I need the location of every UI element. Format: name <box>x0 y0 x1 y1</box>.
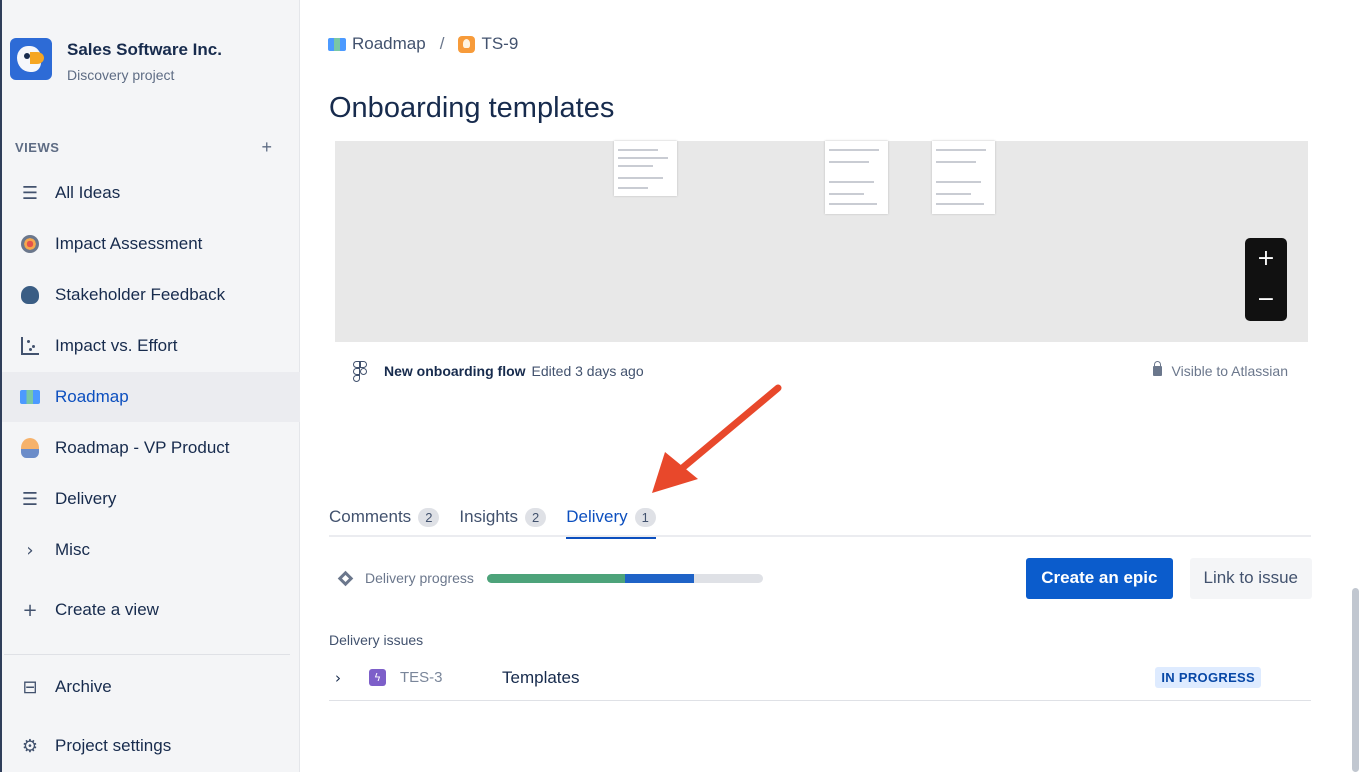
tab-comments[interactable]: Comments 2 <box>329 500 440 537</box>
tab-delivery[interactable]: Delivery 1 <box>566 500 656 539</box>
sidebar: Sales Software Inc. Discovery project VI… <box>0 0 300 772</box>
scatter-chart-icon <box>18 334 42 358</box>
speaker-head-icon <box>18 283 42 307</box>
create-view-label: Create a view <box>55 600 159 619</box>
tab-count-badge: 2 <box>525 508 547 527</box>
design-file-name[interactable]: New onboarding flow <box>384 363 526 379</box>
list-icon: ☰ <box>21 488 39 510</box>
breadcrumb-parent[interactable]: Roadmap <box>352 34 426 54</box>
sidebar-item-stakeholder-feedback[interactable]: Stakeholder Feedback <box>2 270 300 320</box>
map-icon <box>328 37 346 51</box>
visibility-info: Visible to Atlassian <box>1152 361 1288 379</box>
zoom-out-button[interactable]: − <box>1245 279 1287 320</box>
figma-icon <box>353 361 367 382</box>
delivery-progress-row: Delivery progress Create an epic Link to… <box>337 557 1312 599</box>
add-view-icon[interactable]: + <box>261 137 272 158</box>
tab-count-badge: 2 <box>418 508 440 527</box>
zoom-controls: + − <box>1245 238 1287 321</box>
delivery-issues-label: Delivery issues <box>329 632 424 648</box>
tab-label: Comments <box>329 507 412 526</box>
sidebar-item-label: Misc <box>55 540 90 559</box>
project-header[interactable]: Sales Software Inc. Discovery project <box>10 38 222 83</box>
sidebar-item-all-ideas[interactable]: ☰ All Ideas <box>2 168 300 218</box>
delivery-progress-bar <box>486 573 763 583</box>
views-label: VIEWS <box>15 140 60 155</box>
project-avatar <box>10 38 52 80</box>
scrollbar[interactable] <box>1352 588 1359 772</box>
page-title: Onboarding templates <box>329 92 615 124</box>
preview-frame <box>825 141 888 214</box>
sidebar-item-impact-assessment[interactable]: Impact Assessment <box>2 219 300 269</box>
sidebar-item-label: Impact vs. Effort <box>55 336 178 355</box>
issue-summary[interactable]: Templates <box>502 668 579 688</box>
chevron-right-icon[interactable]: › <box>335 669 359 687</box>
gear-icon: ⚙ <box>21 735 39 757</box>
zoom-in-button[interactable]: + <box>1245 238 1287 279</box>
project-name: Sales Software Inc. <box>67 40 222 59</box>
design-file-edited: Edited 3 days ago <box>531 363 644 379</box>
sidebar-item-roadmap[interactable]: Roadmap <box>2 372 300 422</box>
list-icon: ☰ <box>21 182 39 204</box>
sidebar-item-label: Stakeholder Feedback <box>55 285 226 304</box>
sidebar-item-impact-vs-effort[interactable]: Impact vs. Effort <box>2 321 300 371</box>
breadcrumb: Roadmap / TS-9 <box>328 34 518 54</box>
link-to-issue-button[interactable]: Link to issue <box>1189 557 1312 599</box>
create-epic-button[interactable]: Create an epic <box>1026 557 1173 599</box>
sidebar-item-archive[interactable]: ⊟ Archive <box>2 662 300 712</box>
sidebar-item-label: Impact Assessment <box>55 234 203 253</box>
sidebar-item-label: Project settings <box>55 736 172 755</box>
sidebar-item-label: Roadmap - VP Product <box>55 438 230 457</box>
sidebar-item-roadmap-vp-product[interactable]: Roadmap - VP Product <box>2 423 300 473</box>
tab-insights[interactable]: Insights 2 <box>459 500 547 537</box>
archive-icon: ⊟ <box>22 676 38 698</box>
epic-icon: ϟ <box>369 669 386 686</box>
sidebar-item-delivery[interactable]: ☰ Delivery <box>2 474 300 524</box>
person-icon <box>18 436 42 460</box>
design-preview[interactable]: + − <box>335 141 1308 342</box>
sidebar-item-label: Archive <box>55 677 112 696</box>
sidebar-item-misc[interactable]: › Misc <box>2 525 300 575</box>
issue-key[interactable]: TES-3 <box>400 669 502 686</box>
sidebar-item-label: Roadmap <box>55 387 129 406</box>
main-content: Roadmap / TS-9 Onboarding templates + − … <box>300 0 1364 772</box>
lock-icon <box>1152 361 1162 376</box>
map-icon <box>18 385 42 409</box>
sidebar-divider <box>4 654 290 655</box>
delivery-diamond-icon <box>337 570 354 586</box>
preview-frame <box>932 141 995 214</box>
target-icon <box>18 232 42 256</box>
sidebar-item-label: All Ideas <box>55 183 121 202</box>
status-badge[interactable]: IN PROGRESS <box>1155 667 1261 688</box>
progress-done-segment <box>486 573 625 583</box>
breadcrumb-current[interactable]: TS-9 <box>481 34 518 54</box>
chevron-right-icon: › <box>26 539 34 561</box>
issue-tabs: Comments 2 Insights 2 Delivery 1 <box>329 500 1311 539</box>
tab-count-badge: 1 <box>634 508 656 527</box>
delivery-progress-label: Delivery progress <box>365 570 474 586</box>
preview-frame <box>614 141 677 196</box>
table-row[interactable]: › ϟ TES-3 Templates IN PROGRESS <box>329 655 1311 701</box>
annotation-arrow-icon <box>652 384 782 493</box>
views-header: VIEWS + <box>15 137 272 158</box>
breadcrumb-separator: / <box>439 34 445 53</box>
project-type: Discovery project <box>67 67 175 83</box>
create-view-button[interactable]: + Create a view <box>2 585 300 635</box>
tab-label: Insights <box>459 507 519 526</box>
plus-icon: + <box>22 599 38 621</box>
tab-label: Delivery <box>566 507 628 526</box>
design-file-row: New onboarding flow Edited 3 days ago Vi… <box>353 361 1288 382</box>
sidebar-item-project-settings[interactable]: ⚙ Project settings <box>2 721 300 771</box>
progress-in-progress-segment <box>624 573 694 583</box>
visibility-label: Visible to Atlassian <box>1171 363 1288 379</box>
idea-icon <box>458 35 476 53</box>
sidebar-item-label: Delivery <box>55 489 117 508</box>
